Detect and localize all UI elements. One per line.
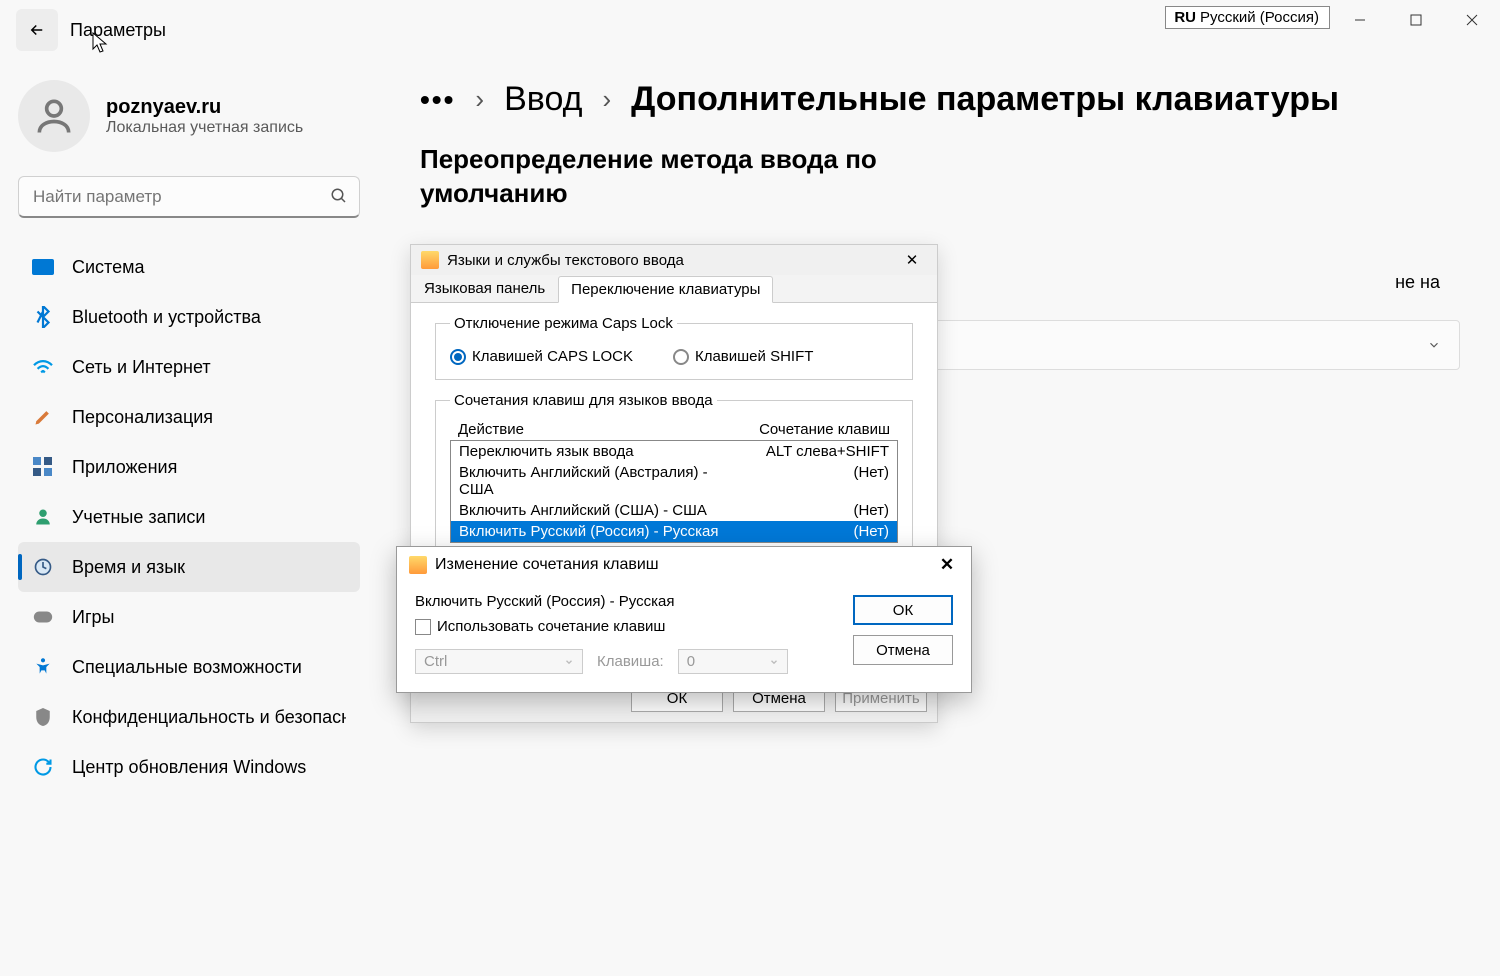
breadcrumb: ••• › Ввод › Дополнительные параметры кл… [420,80,1480,119]
sidebar-item-label: Игры [72,607,114,628]
chevron-down-icon [769,657,779,667]
tab-language-panel[interactable]: Языковая панель [411,275,558,302]
chevron-down-icon [1427,338,1441,352]
col-action: Действие [458,421,720,438]
user-block[interactable]: poznyaev.ru Локальная учетная запись [18,70,360,176]
sidebar-item-label: Время и язык [72,557,185,578]
main-content: ••• › Ввод › Дополнительные параметры кл… [420,80,1480,211]
sidebar-item-personalization[interactable]: Персонализация [18,392,360,442]
dialog-title: Изменение сочетания клавиш [435,556,659,574]
sidebar-item-label: Персонализация [72,407,213,428]
minimize-button[interactable] [1332,0,1388,40]
sidebar-item-label: Сеть и Интернет [72,357,211,378]
breadcrumb-more[interactable]: ••• [420,84,455,116]
sidebar-item-system[interactable]: Система [18,242,360,292]
search-input[interactable] [18,176,360,218]
chevron-right-icon: › [475,84,484,115]
shield-icon [32,706,54,728]
person-icon [32,506,54,528]
avatar [18,80,90,152]
col-combo: Сочетание клавиш [720,421,890,438]
dialog-icon [409,556,427,574]
wifi-icon [32,356,54,378]
user-subtitle: Локальная учетная запись [106,119,303,137]
apps-icon [32,456,54,478]
gamepad-icon [32,606,54,628]
brush-icon [32,406,54,428]
user-name: poznyaev.ru [106,96,303,119]
back-button[interactable] [16,9,58,51]
tabs: Языковая панель Переключение клавиатуры [411,275,937,303]
fieldset-legend: Отключение режима Caps Lock [450,315,677,332]
accessibility-icon [32,656,54,678]
lang-name: Русский (Россия) [1200,9,1319,26]
section-title: Переопределение метода ввода по умолчани… [420,143,940,211]
key-dropdown: 0 [678,649,788,674]
sidebar-item-privacy[interactable]: Конфиденциальность и безопасность [18,692,360,742]
system-icon [32,256,54,278]
breadcrumb-link[interactable]: Ввод [504,80,582,119]
sidebar-item-network[interactable]: Сеть и Интернет [18,342,360,392]
window-controls [1332,0,1500,40]
change-hotkey-dialog: Изменение сочетания клавиш ✕ Включить Ру… [396,546,972,693]
radio-capslock[interactable]: Клавишей CAPS LOCK [450,348,633,365]
chevron-down-icon [564,657,574,667]
bluetooth-icon [32,306,54,328]
sidebar-item-accounts[interactable]: Учетные записи [18,492,360,542]
sidebar-item-label: Приложения [72,457,177,478]
sidebar-item-label: Система [72,257,145,278]
sidebar-item-label: Учетные записи [72,507,205,528]
close-icon[interactable]: ✕ [935,555,959,575]
checkbox-icon [415,619,431,635]
key-label: Клавиша: [597,653,664,670]
hotkeys-table[interactable]: Переключить язык вводаALT слева+SHIFT Вк… [450,440,898,543]
radio-shift[interactable]: Клавишей SHIFT [673,348,813,365]
radio-icon [673,349,689,365]
fieldset-legend: Сочетания клавиш для языков ввода [450,392,717,409]
sidebar-item-update[interactable]: Центр обновления Windows [18,742,360,792]
dialog-body: Включить Русский (Россия) - Русская Испо… [397,583,971,692]
tab-keyboard-switch[interactable]: Переключение клавиатуры [558,276,773,303]
table-row[interactable]: Включить Английский (Австралия) - США(Не… [451,462,897,500]
search-wrap [18,176,360,218]
table-row[interactable]: Включить Русский (Россия) - Русская(Нет) [451,521,897,542]
modifier-dropdown: Ctrl [415,649,583,674]
update-icon [32,756,54,778]
globe-clock-icon [32,556,54,578]
sidebar-item-apps[interactable]: Приложения [18,442,360,492]
background-hint-text: не на [1395,272,1440,293]
background-dropdown[interactable] [900,320,1460,370]
sidebar-item-time-language[interactable]: Время и язык [18,542,360,592]
dialog-titlebar[interactable]: Изменение сочетания клавиш ✕ [397,547,971,583]
capslock-fieldset: Отключение режима Caps Lock Клавишей CAP… [435,315,913,380]
ok-button[interactable]: ОК [853,595,953,625]
dialog-title: Языки и службы текстового ввода [447,252,684,269]
sidebar-item-label: Специальные возможности [72,657,302,678]
radio-icon [450,349,466,365]
dialog-icon [421,251,439,269]
cancel-button[interactable]: Отмена [853,635,953,665]
close-button[interactable] [1444,0,1500,40]
breadcrumb-current: Дополнительные параметры клавиатуры [631,80,1339,119]
language-indicator[interactable]: RU Русский (Россия) [1165,6,1330,29]
app-title: Параметры [70,20,166,41]
chevron-right-icon: › [602,84,611,115]
table-row[interactable]: Включить Английский (США) - США(Нет) [451,500,897,521]
lang-code: RU [1174,9,1196,26]
search-icon [330,187,348,210]
title-bar: Параметры RU Русский (Россия) [0,0,1500,60]
sidebar-item-gaming[interactable]: Игры [18,592,360,642]
sidebar-item-label: Конфиденциальность и безопасность [72,707,346,728]
dialog-titlebar[interactable]: Языки и службы текстового ввода ✕ [411,245,937,275]
sidebar-item-accessibility[interactable]: Специальные возможности [18,642,360,692]
sidebar-item-label: Bluetooth и устройства [72,307,261,328]
sidebar: poznyaev.ru Локальная учетная запись Сис… [0,70,378,792]
maximize-button[interactable] [1388,0,1444,40]
sidebar-item-label: Центр обновления Windows [72,757,306,778]
table-row[interactable]: Переключить язык вводаALT слева+SHIFT [451,441,897,462]
sidebar-item-bluetooth[interactable]: Bluetooth и устройства [18,292,360,342]
close-icon[interactable]: ✕ [897,251,927,269]
